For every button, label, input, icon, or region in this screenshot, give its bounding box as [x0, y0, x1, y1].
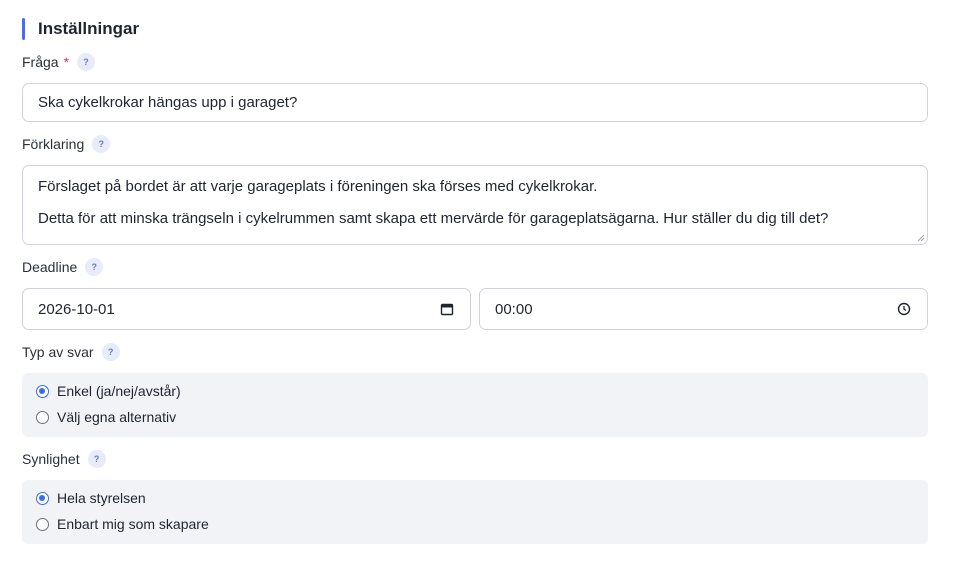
- visibility-option-board[interactable]: Hela styrelsen: [36, 490, 146, 506]
- deadline-label: Deadline: [22, 259, 78, 275]
- explanation-label: Förklaring: [22, 136, 85, 152]
- radio-unchecked-icon[interactable]: [36, 410, 49, 424]
- deadline-date-value: 2026-10-01: [38, 300, 115, 318]
- radio-unchecked-icon[interactable]: [36, 517, 49, 531]
- deadline-help-icon[interactable]: ?: [85, 258, 104, 276]
- question-help-icon[interactable]: ?: [77, 53, 96, 71]
- section-title: Inställningar: [38, 19, 140, 38]
- visibility-label-row: Synlighet ?: [22, 450, 106, 468]
- visibility-options: Hela styrelsen Enbart mig som skapare: [22, 480, 928, 544]
- deadline-time-input[interactable]: 00:00: [479, 288, 928, 330]
- option-label: Enkel (ja/nej/avstår): [57, 383, 181, 399]
- clock-icon[interactable]: [897, 302, 911, 316]
- answer-type-options: Enkel (ja/nej/avstår) Välj egna alternat…: [22, 373, 928, 437]
- question-input-value: Ska cykelkrokar hängas upp i garaget?: [38, 94, 298, 111]
- option-label: Enbart mig som skapare: [57, 516, 209, 532]
- option-label: Hela styrelsen: [57, 490, 146, 506]
- answer-type-option-simple[interactable]: Enkel (ja/nej/avstår): [36, 383, 181, 399]
- answer-type-label-row: Typ av svar ?: [22, 343, 120, 361]
- calendar-icon[interactable]: [440, 302, 454, 316]
- answer-type-label: Typ av svar: [22, 344, 94, 360]
- accent-bar: [22, 18, 25, 40]
- explanation-label-row: Förklaring ?: [22, 135, 111, 153]
- answer-type-help-icon[interactable]: ?: [101, 343, 120, 361]
- deadline-label-row: Deadline ?: [22, 258, 104, 276]
- visibility-label: Synlighet: [22, 451, 80, 467]
- section-header: Inställningar: [22, 18, 139, 40]
- resize-handle-icon[interactable]: [917, 234, 925, 242]
- question-label-row: Fråga * ?: [22, 53, 96, 71]
- question-input[interactable]: Ska cykelkrokar hängas upp i garaget?: [22, 83, 928, 122]
- explanation-help-icon[interactable]: ?: [92, 135, 111, 153]
- visibility-option-creator[interactable]: Enbart mig som skapare: [36, 516, 209, 532]
- deadline-date-input[interactable]: 2026-10-01: [22, 288, 471, 330]
- visibility-help-icon[interactable]: ?: [87, 450, 106, 468]
- explanation-line-2: Detta för att minska trängseln i cykelru…: [38, 210, 829, 227]
- radio-checked-icon[interactable]: [36, 384, 49, 398]
- deadline-time-value: 00:00: [495, 300, 533, 318]
- option-label: Välj egna alternativ: [57, 409, 177, 425]
- required-marker: *: [63, 54, 70, 70]
- answer-type-option-custom[interactable]: Välj egna alternativ: [36, 409, 176, 425]
- question-label: Fråga: [22, 54, 59, 70]
- explanation-line-1: Förslaget på bordet är att varje garagep…: [38, 178, 598, 195]
- explanation-textarea[interactable]: Förslaget på bordet är att varje garagep…: [22, 165, 928, 245]
- radio-checked-icon[interactable]: [36, 491, 49, 505]
